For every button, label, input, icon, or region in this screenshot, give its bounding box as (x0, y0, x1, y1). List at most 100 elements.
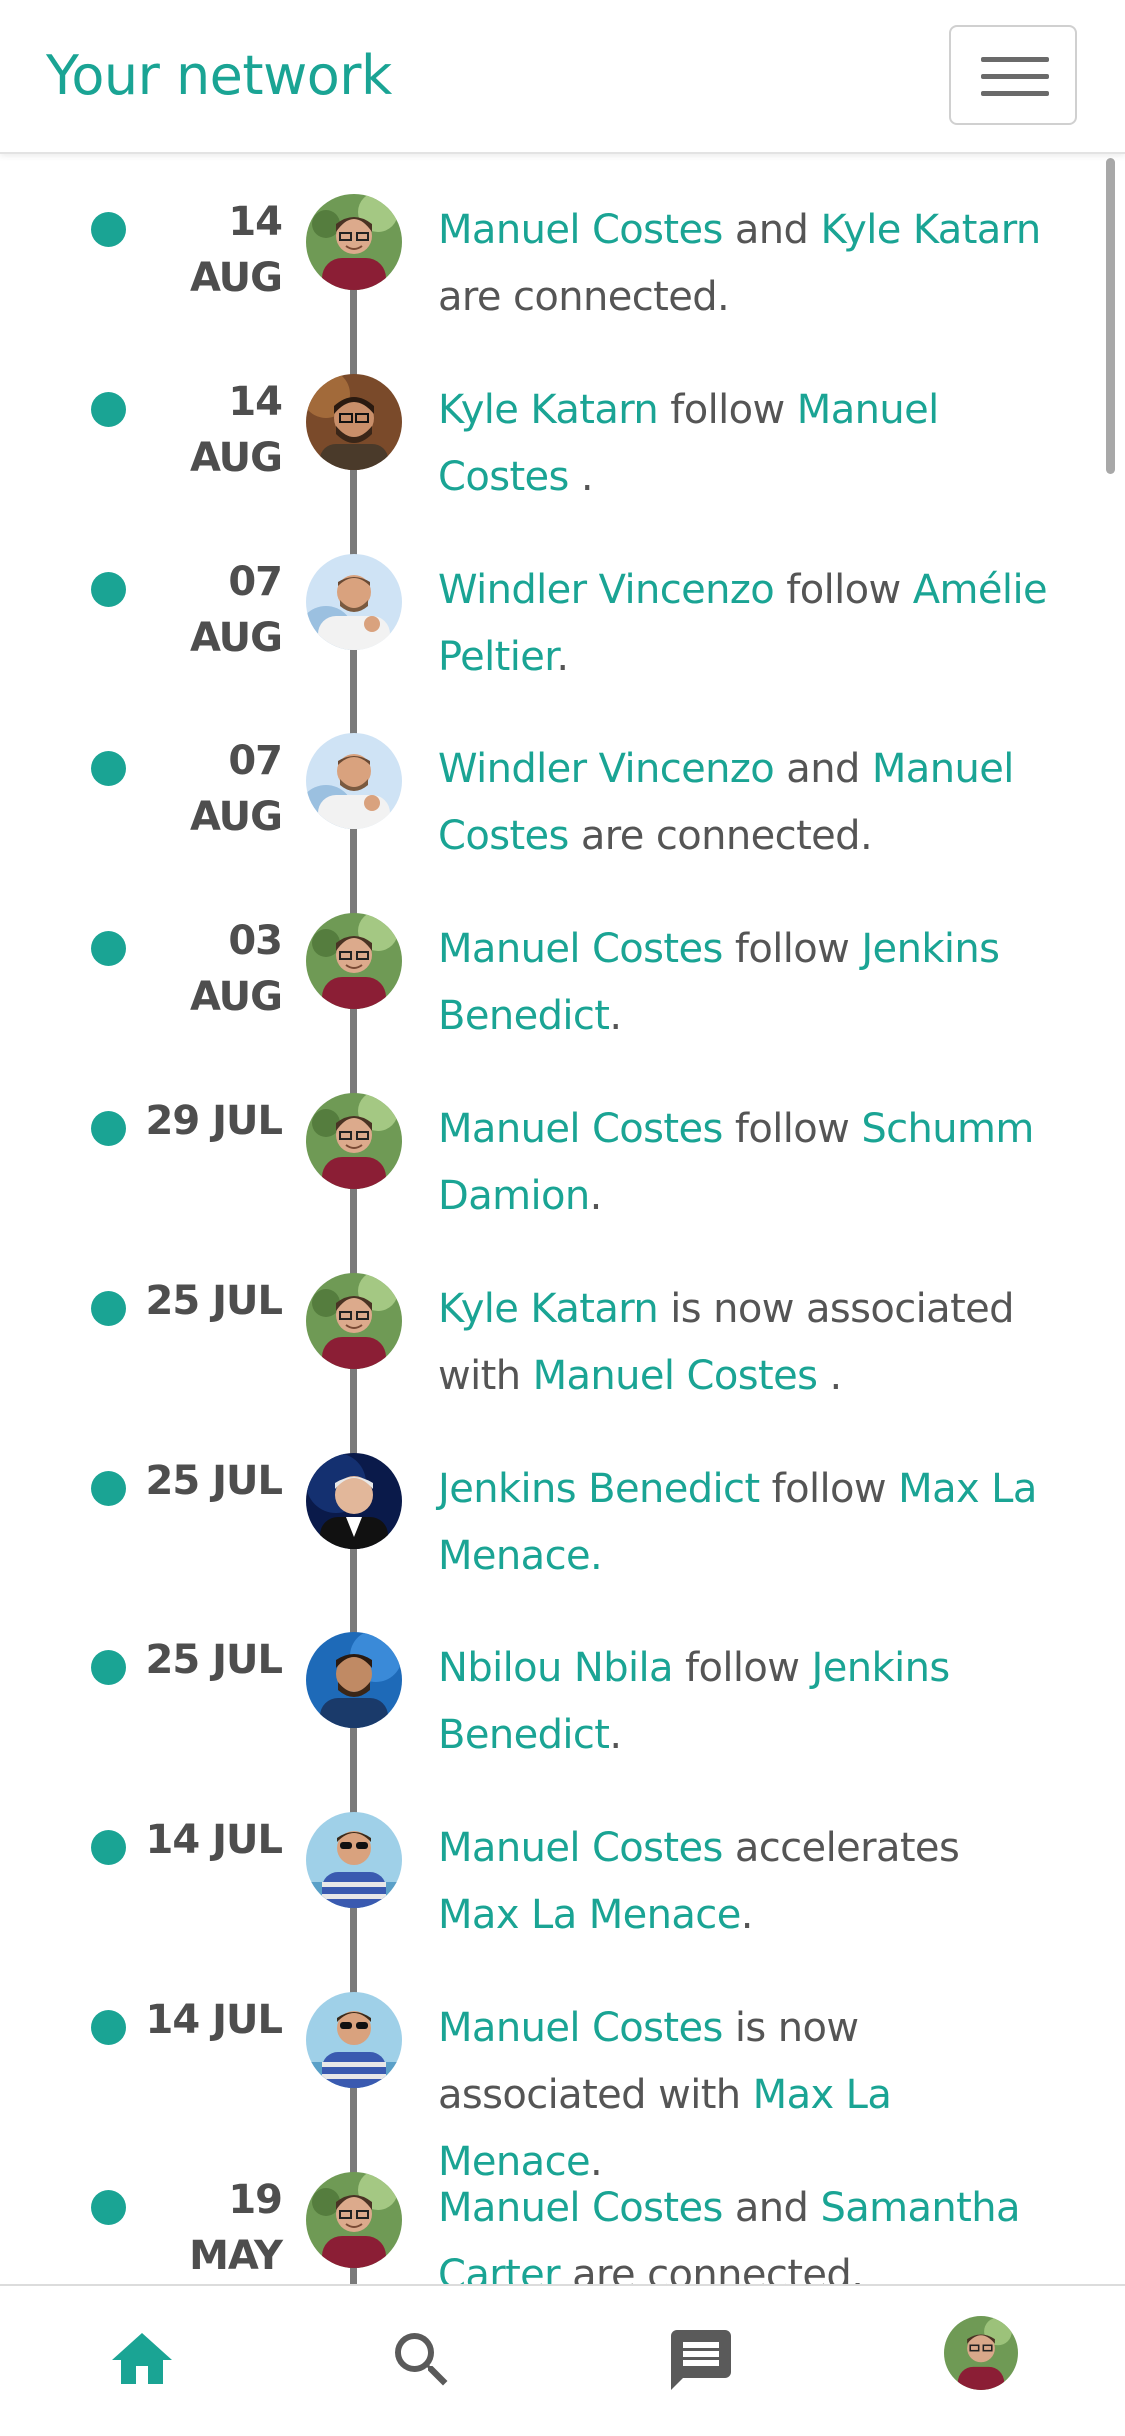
feed-item-text: Manuel Costes follow Jenkins Benedict. (438, 916, 1048, 1050)
avatar-max-la-menace (306, 1992, 402, 2088)
user-avatar[interactable] (306, 733, 402, 830)
user-avatar[interactable] (306, 1992, 402, 2088)
feed-item-date: 25 JUL (145, 1637, 283, 1684)
feed-item-text: Manuel Costes accelerates Max La Menace. (438, 1815, 1048, 1949)
nav-profile-avatar[interactable] (944, 2316, 1018, 2390)
timeline-dot (91, 1830, 126, 1866)
feed-item-phrase: . (609, 1712, 622, 1759)
feed-item-phrase: and (722, 2184, 821, 2231)
user-link[interactable]: Manuel Costes (438, 2005, 723, 2051)
user-avatar[interactable] (306, 1093, 402, 1189)
avatar-manuel-costes (306, 913, 402, 1010)
user-link[interactable]: Manuel Costes (438, 2185, 723, 2231)
feed-item: 29 JUL Manuel Costes follow Schumm Damion… (0, 1053, 1125, 1233)
user-avatar[interactable] (306, 2171, 402, 2268)
hamburger-menu-button[interactable] (949, 25, 1077, 125)
profile-avatar (944, 2316, 1018, 2390)
avatar-manuel-costes (306, 194, 402, 290)
app-header: Your network (0, 0, 1125, 154)
feed-item-phrase: follow (759, 1465, 899, 1512)
feed-item: 14 AUG Manuel Costes and Kyle Katarn are … (0, 154, 1125, 334)
nav-search-button[interactable] (386, 2324, 458, 2396)
feed-item-phrase: follow (672, 1645, 812, 1692)
feed-item-text: Kyle Katarn follow Manuel Costes . (438, 377, 1048, 511)
feed-item-text: Windler Vincenzo follow Amélie Peltier. (438, 557, 1048, 691)
feed-item-phrase: accelerates (722, 1825, 960, 1872)
avatar-max-la-menace (306, 1812, 402, 1909)
feed-item: 14 JUL Manuel Costes accelerates Max La M… (0, 1772, 1125, 1952)
avatar-kyle-katarn (306, 373, 402, 470)
user-link[interactable]: Kyle Katarn (438, 1286, 659, 1332)
feed-item-text: Windler Vincenzo and Manuel Costes are c… (438, 736, 1048, 870)
feed-item-date: 14 AUG (189, 378, 283, 481)
feed-item-text: Manuel Costes follow Schumm Damion. (438, 1096, 1048, 1230)
feed-item-text: Jenkins Benedict follow Max La Menace. (438, 1456, 1048, 1590)
feed-item-text: Manuel Costes and Kyle Katarn are connec… (438, 197, 1048, 331)
feed-item-date: 29 JUL (145, 1098, 283, 1144)
hamburger-bar (981, 91, 1049, 96)
user-avatar[interactable] (306, 373, 402, 470)
feed-item-phrase: are connected. (438, 274, 730, 320)
feed-item-text: Kyle Katarn is now associated with Manue… (438, 1276, 1048, 1410)
timeline-dot (91, 1470, 126, 1506)
timeline-dot (91, 571, 126, 607)
user-avatar[interactable] (306, 1812, 402, 1909)
timeline-dot (91, 212, 126, 247)
feed-item-phrase: are connected. (560, 2251, 864, 2284)
user-link[interactable]: Manuel Costes (438, 1825, 723, 1871)
timeline-dot (91, 1650, 126, 1686)
timeline-dot (91, 2010, 126, 2045)
nav-home-button[interactable] (106, 2324, 178, 2396)
feed-item-text: Nbilou Nbila follow Jenkins Benedict. (438, 1635, 1048, 1769)
user-link[interactable]: Jenkins Benedict (438, 1466, 760, 1512)
timeline-dot (91, 751, 126, 787)
user-avatar[interactable] (306, 1452, 402, 1549)
feed-item: 07 AUG Windler Vincenzo follow Amélie Pel… (0, 514, 1125, 694)
network-feed[interactable]: 14 AUG Manuel Costes and Kyle Katarn are … (0, 154, 1125, 2284)
timeline-dot (91, 391, 126, 427)
user-link[interactable]: Manuel Costes (438, 207, 723, 253)
user-link[interactable]: Kyle Katarn (438, 387, 659, 433)
timeline-dot (91, 1111, 126, 1146)
message-icon (671, 2330, 731, 2390)
page-title: Your network (46, 44, 392, 107)
feed-item-phrase: and (722, 207, 821, 253)
user-avatar[interactable] (306, 913, 402, 1010)
user-link[interactable]: Manuel Costes (438, 926, 723, 972)
user-link[interactable]: Max La Menace (438, 1892, 741, 1938)
feed-item-phrase: . (589, 1173, 603, 1219)
search-icon (395, 2333, 448, 2386)
feed-item: 14 JUL Manuel Costes is now associated wi… (0, 1952, 1125, 2185)
avatar-manuel-costes (306, 1272, 402, 1369)
nav-messages-button[interactable] (665, 2324, 737, 2396)
user-link[interactable]: Windler Vincenzo (438, 567, 775, 613)
feed-item: 19 MAY Manuel Costes and Samantha Carter … (0, 2132, 1125, 2284)
feed-item-phrase: . (568, 453, 594, 500)
feed-item: 25 JUL Kyle Katarn is now associated with… (0, 1233, 1125, 1413)
feed-item-date: 25 JUL (145, 1457, 283, 1504)
user-avatar[interactable] (306, 1272, 402, 1369)
feed-item-phrase: follow (774, 566, 913, 613)
user-avatar[interactable] (306, 1632, 402, 1729)
feed-item-date: 07 AUG (189, 558, 283, 661)
user-link[interactable]: Manuel Costes (533, 1353, 818, 1399)
feed-item-phrase: . (817, 1352, 842, 1399)
feed-item: 03 AUG Manuel Costes follow Jenkins Bened… (0, 873, 1125, 1053)
feed-item-phrase: and (774, 746, 872, 793)
user-link[interactable]: Nbilou Nbila (438, 1645, 674, 1691)
user-avatar[interactable] (306, 553, 402, 650)
feed-item-phrase: . (609, 993, 622, 1040)
user-avatar[interactable] (306, 194, 402, 290)
user-link[interactable]: . (590, 1533, 603, 1579)
feed-item-date: 14 JUL (145, 1817, 283, 1864)
hamburger-menu-icon (981, 57, 1049, 62)
scrollbar[interactable] (1106, 158, 1115, 474)
user-link[interactable]: Kyle Katarn (820, 207, 1041, 253)
feed-item-phrase: follow (722, 1106, 862, 1152)
feed-item-date: 03 AUG (189, 918, 283, 1021)
feed-item-phrase: . (556, 633, 569, 680)
hamburger-bar (981, 74, 1049, 79)
feed-item-phrase: follow (658, 386, 797, 433)
user-link[interactable]: Windler Vincenzo (438, 746, 775, 792)
user-link[interactable]: Manuel Costes (438, 1106, 723, 1152)
